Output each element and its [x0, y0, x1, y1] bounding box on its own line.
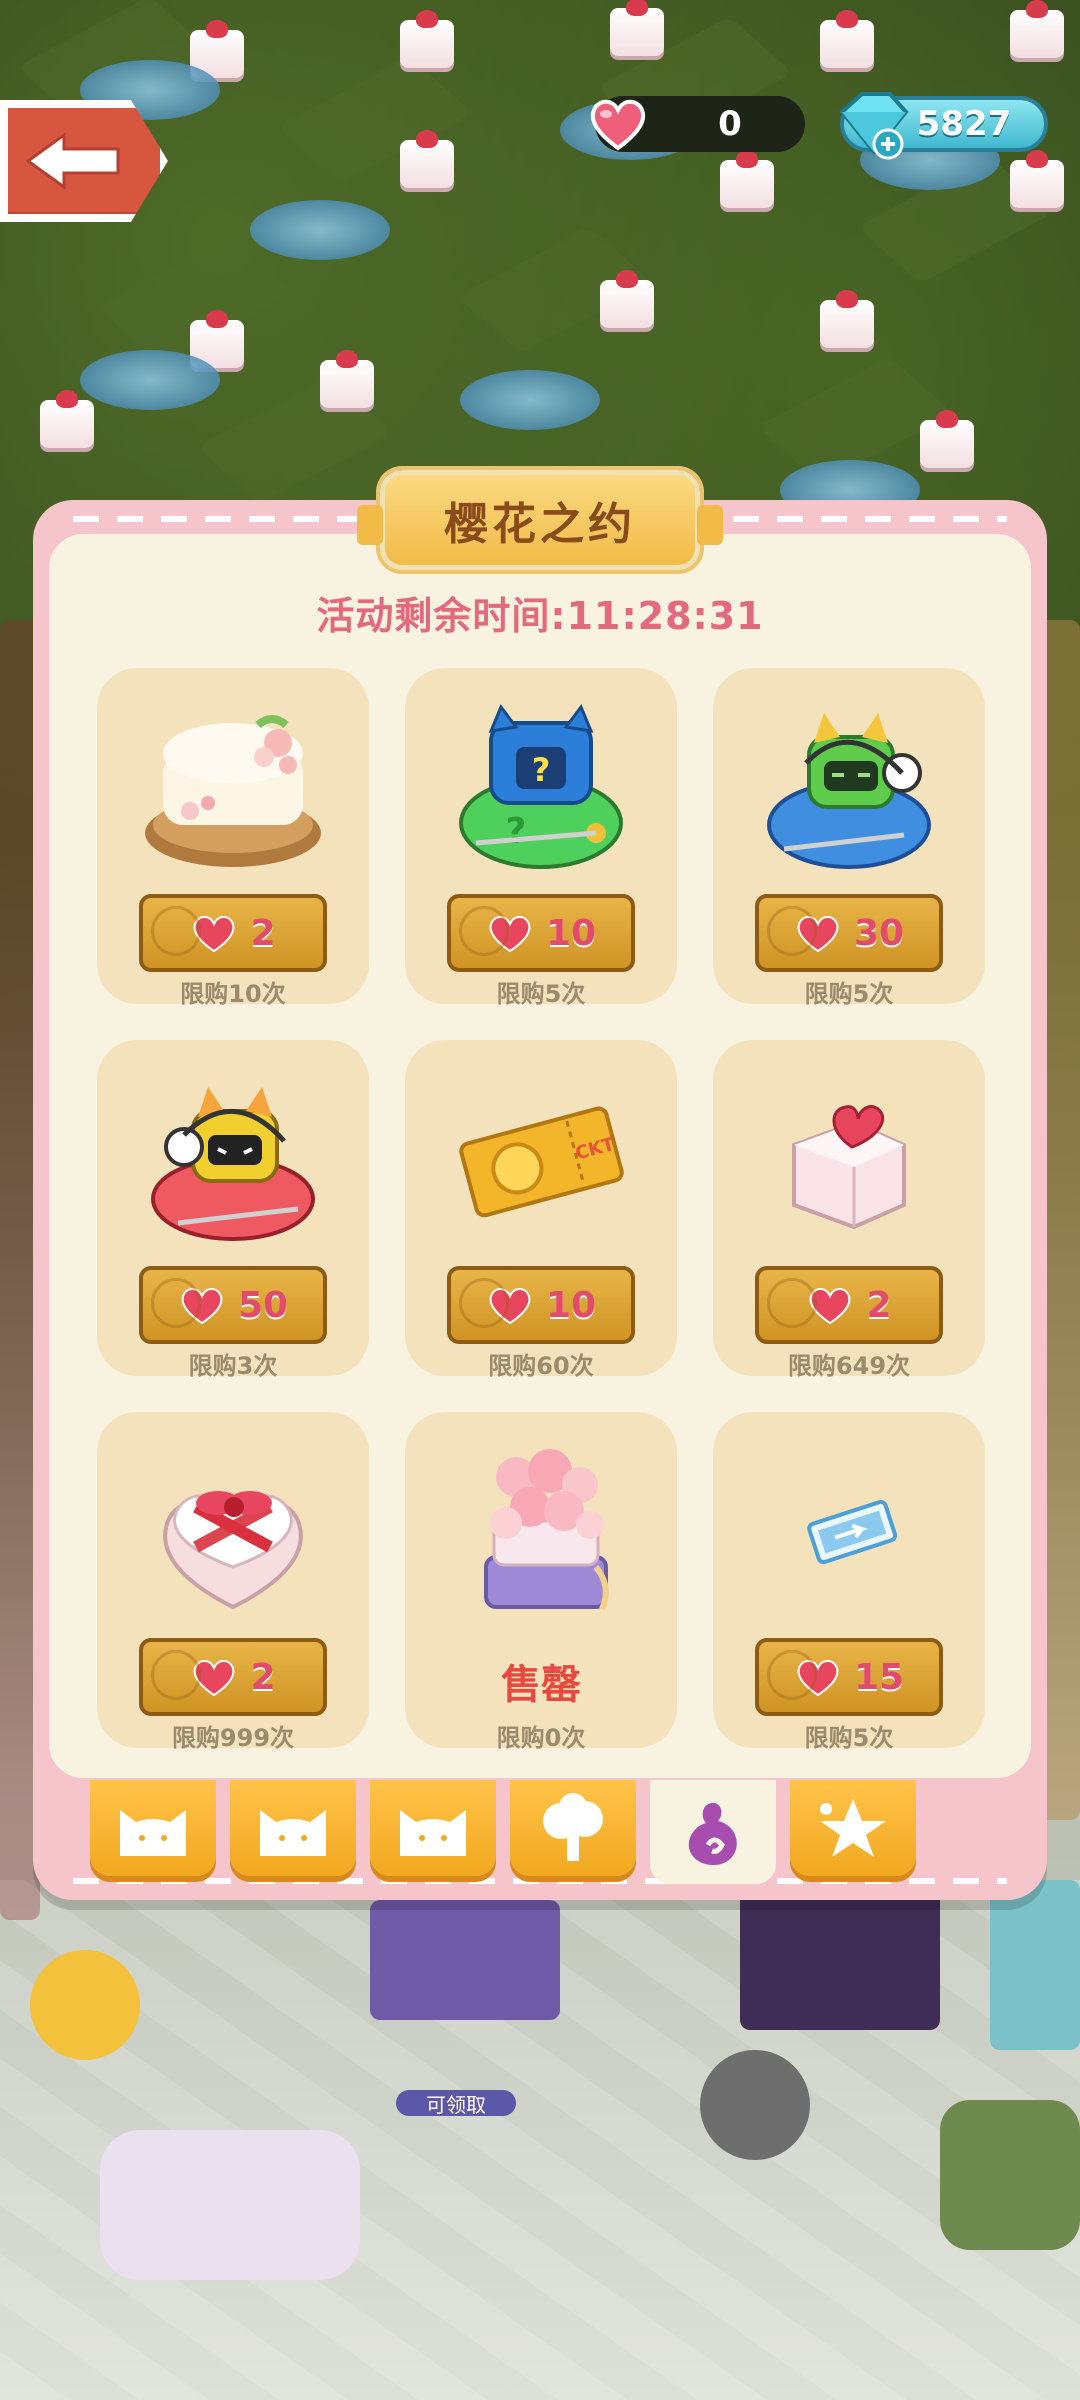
purchase-limit: 限购10次 [180, 980, 286, 1008]
price-button[interactable]: 50 [139, 1266, 327, 1344]
shop-item-heart-gift-box[interactable]: 2 限购999次 [97, 1412, 369, 1752]
price-button[interactable]: 2 [139, 1638, 327, 1716]
purchase-limit: 限购649次 [787, 1352, 911, 1380]
purchase-limit: 限购5次 [804, 1724, 894, 1752]
purchase-limit: 限购60次 [488, 1352, 594, 1380]
cat-icon [260, 1810, 326, 1856]
price-value: 15 [853, 1656, 905, 1698]
purchase-limit: 限购5次 [496, 980, 586, 1008]
price-button[interactable]: 15 [755, 1638, 943, 1716]
shop-item-mecha-blue[interactable]: 30 限购5次 [713, 668, 985, 1008]
sold-out-label: 售罄 [501, 1662, 581, 1708]
shop-item-sakura-cake[interactable]: 2 限购10次 [97, 668, 369, 1008]
cat-icon [120, 1810, 186, 1856]
star-icon [820, 1799, 886, 1857]
price-value: 30 [853, 912, 905, 954]
tab-gourd[interactable] [650, 1780, 776, 1884]
tab-tree[interactable] [510, 1780, 636, 1876]
price-button[interactable]: 10 [447, 1266, 635, 1344]
price-button[interactable]: 10 [447, 894, 635, 972]
shop-item-flower-cake-tower[interactable]: 售罄 限购0次 [405, 1412, 677, 1752]
gourd-icon [688, 1803, 737, 1866]
event-title: 樱花之约 [444, 499, 636, 550]
price-value: 10 [545, 912, 597, 954]
mystery-mech-icon: ? ? [459, 704, 623, 869]
shop-grid: 2 限购10次 ? ? 10 限购5次 30 限购5次 50 限购3次 CKT … [97, 668, 985, 1752]
mecha-red-icon [151, 1087, 315, 1241]
golden-ticket-icon: CKT [459, 1106, 624, 1218]
tab-cat-3[interactable] [370, 1780, 496, 1876]
price-value: 10 [545, 1284, 597, 1326]
tab-star[interactable] [790, 1780, 916, 1876]
purchase-limit: 限购5次 [804, 980, 894, 1008]
price-button[interactable]: 30 [755, 894, 943, 972]
purchase-limit: 限购999次 [171, 1724, 295, 1752]
shop-item-blue-ticket[interactable]: 15 限购5次 [713, 1412, 985, 1752]
mecha-blue-icon [767, 713, 931, 869]
cat-icon [400, 1810, 466, 1856]
price-button[interactable]: 2 [755, 1266, 943, 1344]
shop-item-mystery-mech[interactable]: ? ? 10 限购5次 [405, 668, 677, 1008]
price-value: 2 [250, 912, 276, 954]
price-value: 2 [866, 1284, 892, 1326]
price-value: 2 [250, 1656, 276, 1698]
claim-label[interactable]: 可领取 [396, 2090, 516, 2117]
heart-cake-icon [792, 1105, 906, 1230]
price-button[interactable]: 2 [139, 894, 327, 972]
shop-category-tabs [90, 1780, 916, 1884]
price-value: 50 [237, 1284, 289, 1326]
tab-cat-2[interactable] [230, 1780, 356, 1876]
purchase-limit: 限购3次 [188, 1352, 278, 1380]
hearts-value: 0 [718, 104, 742, 144]
gems-value: 5827 [916, 104, 1012, 144]
shop-item-heart-cake[interactable]: 2 限购649次 [713, 1040, 985, 1380]
tree-icon [543, 1793, 603, 1861]
purchase-limit: 限购0次 [496, 1724, 586, 1752]
flower-cake-tower-icon [484, 1449, 609, 1611]
tab-cat-1[interactable] [90, 1780, 216, 1876]
event-title-banner: 樱花之约 [357, 470, 723, 570]
blue-ticket-icon [807, 1499, 898, 1565]
shop-item-mecha-red[interactable]: 50 限购3次 [97, 1040, 369, 1380]
event-countdown: 活动剩余时间:11:28:31 [316, 594, 764, 638]
svg-text:?: ? [532, 751, 551, 789]
back-arrow-icon [26, 132, 120, 190]
sakura-cake-icon [145, 715, 321, 867]
heart-gift-box-icon [163, 1491, 303, 1610]
gem-add-icon[interactable] [832, 86, 912, 162]
svg-text:?: ? [506, 811, 527, 852]
heart-currency-icon [590, 99, 646, 151]
shop-item-golden-ticket[interactable]: CKT 10 限购60次 [405, 1040, 677, 1380]
